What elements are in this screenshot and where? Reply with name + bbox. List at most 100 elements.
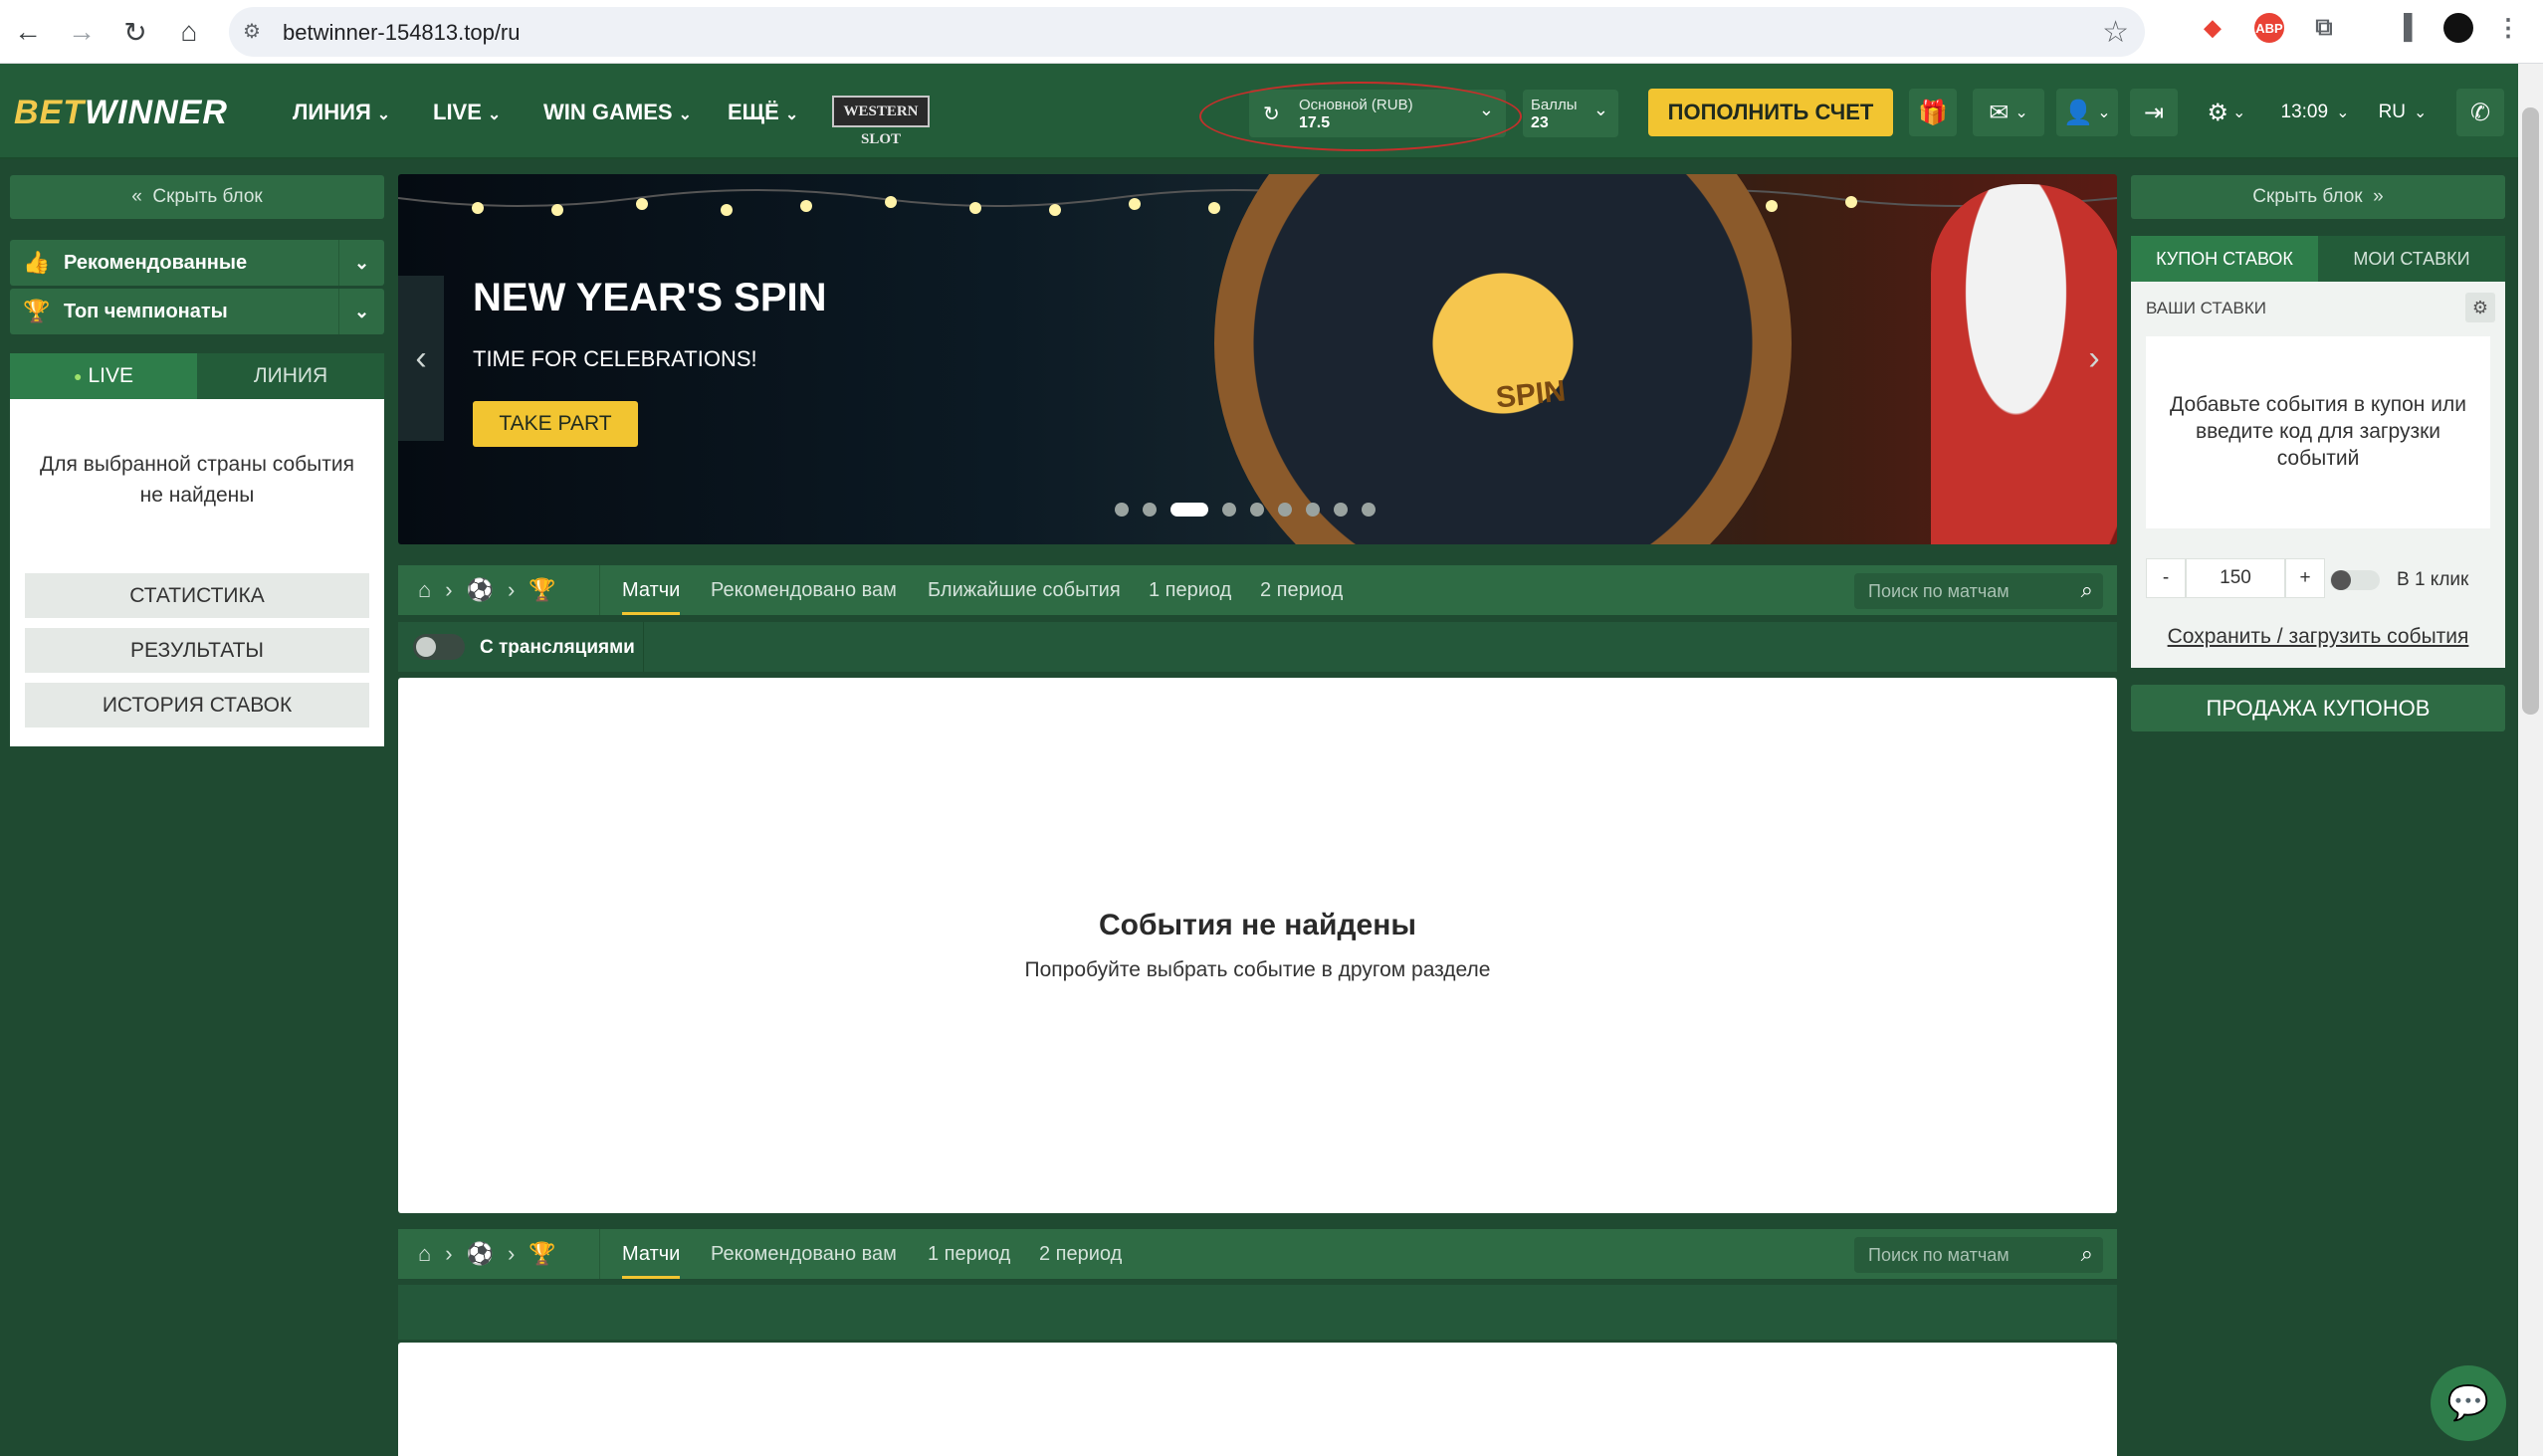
tab-coupon[interactable]: КУПОН СТАВОК — [2131, 236, 2318, 282]
sidebar-recommended[interactable]: 👍 Рекомендованные ⌄ — [10, 240, 384, 286]
take-part-button[interactable]: TAKE PART — [473, 401, 638, 447]
home-icon[interactable]: ⌂ — [418, 577, 431, 603]
logout-icon[interactable]: ⇥ — [2130, 89, 2178, 136]
adblock-icon[interactable]: ABP — [2254, 13, 2284, 43]
sell-coupons-button[interactable]: ПРОДАЖА КУПОНОВ — [2131, 685, 2505, 731]
points-selector[interactable]: Баллы 23 ⌄ — [1523, 90, 1618, 137]
banner-next-arrow[interactable]: › — [2071, 276, 2117, 441]
chevron-down-icon[interactable]: ⌄ — [338, 289, 384, 334]
results-button[interactable]: РЕЗУЛЬТАТЫ — [25, 628, 369, 673]
user-icon[interactable]: 👤 ⌄ — [2056, 89, 2118, 136]
tab-matches[interactable]: Матчи — [622, 565, 681, 615]
chevron-down-icon: ⌄ — [1592, 100, 1608, 119]
one-click-toggle[interactable] — [2330, 570, 2380, 590]
slide-dot[interactable] — [1115, 503, 1129, 517]
address-bar[interactable]: ⚙ betwinner-154813.top/ru ☆ — [229, 7, 2145, 57]
gift-icon[interactable]: 🎁 — [1909, 89, 1957, 136]
mail-icon[interactable]: ✉ ⌄ — [1973, 89, 2044, 136]
menu-dots-icon[interactable]: ⋮ — [2493, 13, 2523, 43]
tab-recommended[interactable]: Рекомендовано вам — [711, 1229, 897, 1279]
match-search-input[interactable]: Поиск по матчам ⌕ — [1854, 573, 2103, 609]
banner-pagination — [1115, 503, 1376, 517]
search-icon[interactable]: ⌕ — [2081, 1241, 2093, 1267]
slide-dot[interactable] — [1222, 503, 1236, 517]
tab-my-bets[interactable]: МОИ СТАВКИ — [2318, 236, 2505, 282]
slide-dot[interactable] — [1250, 503, 1264, 517]
tab-live-label: LIVE — [88, 364, 133, 387]
tab-line[interactable]: ЛИНИЯ — [197, 353, 384, 399]
language-selector[interactable]: RU ⌄ — [2373, 89, 2433, 136]
chevron-down-icon[interactable]: ⌄ — [338, 240, 384, 286]
home-icon[interactable]: ⌂ — [169, 12, 209, 52]
tab-period-2[interactable]: 2 период — [1039, 1229, 1122, 1279]
nav-line[interactable]: ЛИНИЯ ⌄ — [293, 100, 390, 125]
streams-toggle[interactable] — [413, 634, 465, 660]
match-search-input-2[interactable]: Поиск по матчам ⌕ — [1854, 1237, 2103, 1273]
slide-dot[interactable] — [1334, 503, 1348, 517]
points-value: 23 — [1531, 114, 1549, 131]
soccer-ball-icon[interactable]: ⚽ — [467, 1241, 494, 1267]
tab-upcoming[interactable]: Ближайшие события — [928, 565, 1121, 615]
nav-live[interactable]: LIVE ⌄ — [433, 100, 501, 125]
extension-icon[interactable]: ◆ — [2198, 13, 2227, 43]
slide-dot-active[interactable] — [1170, 503, 1208, 517]
scrollbar-thumb[interactable] — [2522, 107, 2539, 715]
slide-dot[interactable] — [1362, 503, 1376, 517]
fortune-wheel-image — [1214, 174, 1792, 544]
tab-period-2[interactable]: 2 период — [1260, 565, 1343, 615]
stake-decrease-button[interactable]: - — [2146, 558, 2186, 598]
trophy-icon[interactable]: 🏆 — [529, 577, 555, 603]
tab-period-1[interactable]: 1 период — [1149, 565, 1231, 615]
tab-matches[interactable]: Матчи — [622, 1229, 681, 1279]
deposit-button[interactable]: ПОПОЛНИТЬ СЧЕТ — [1648, 89, 1893, 136]
balance-label: Основной (RUB) — [1299, 97, 1413, 113]
page-scrollbar[interactable] — [2518, 64, 2543, 1456]
right-hide-block-label: Скрыть блок — [2252, 186, 2363, 207]
nav-more[interactable]: ЕЩЁ ⌄ — [728, 100, 798, 125]
stake-increase-button[interactable]: + — [2285, 558, 2325, 598]
bookmark-star-icon[interactable]: ☆ — [2102, 15, 2129, 50]
slide-dot[interactable] — [1278, 503, 1292, 517]
right-hide-block-button[interactable]: Скрыть блок » — [2131, 175, 2505, 219]
left-hide-block-button[interactable]: « Скрыть блок — [10, 175, 384, 219]
tab-recommended[interactable]: Рекомендовано вам — [711, 565, 897, 615]
forward-icon[interactable]: → — [62, 12, 102, 52]
home-icon[interactable]: ⌂ — [418, 1241, 431, 1267]
live-line-tabs: ● LIVE ЛИНИЯ — [10, 353, 384, 399]
soccer-ball-icon[interactable]: ⚽ — [467, 577, 494, 603]
chat-bubble-icon[interactable]: 💬 — [2431, 1365, 2506, 1441]
back-icon[interactable]: ← — [8, 12, 48, 52]
reload-icon[interactable]: ↻ — [115, 12, 155, 52]
slide-dot[interactable] — [1143, 503, 1157, 517]
your-bets-label: ВАШИ СТАВКИ — [2146, 299, 2266, 317]
search-icon[interactable]: ⌕ — [2081, 577, 2093, 603]
slide-dot[interactable] — [1306, 503, 1320, 517]
stake-input[interactable]: 150 — [2186, 558, 2285, 598]
betwinner-logo[interactable]: BETWINNER — [14, 94, 228, 132]
bet-history-button[interactable]: ИСТОРИЯ СТАВОК — [25, 683, 369, 728]
tab-live[interactable]: ● LIVE — [10, 353, 197, 399]
nav-win-games[interactable]: WIN GAMES ⌄ — [543, 100, 692, 125]
gear-icon[interactable]: ⚙ — [2465, 293, 2495, 322]
sidebar-top-championships[interactable]: 🏆 Топ чемпионаты ⌄ — [10, 289, 384, 334]
language-label: RU — [2378, 102, 2407, 122]
tab-period-1[interactable]: 1 период — [928, 1229, 1010, 1279]
side-panel-icon[interactable]: ▐ — [2389, 13, 2419, 43]
western-slot-logo[interactable]: WESTERN SLOT — [832, 96, 930, 147]
time-selector[interactable]: 13:09 ⌄ — [2273, 89, 2357, 136]
trophy-icon[interactable]: 🏆 — [529, 1241, 555, 1267]
site-info-icon[interactable]: ⚙ — [243, 19, 269, 45]
events-panel-2 — [398, 1343, 2117, 1456]
banner-prev-arrow[interactable]: ‹ — [398, 276, 444, 441]
phone-icon[interactable]: ✆ — [2456, 89, 2504, 136]
statistics-button[interactable]: СТАТИСТИКА — [25, 573, 369, 618]
url-text[interactable]: betwinner-154813.top/ru — [283, 20, 521, 46]
balance-value: 17.5 — [1299, 114, 1331, 131]
settings-gear-icon[interactable]: ⚙ ⌄ — [2196, 89, 2257, 136]
extensions-puzzle-icon[interactable]: ⧉ — [2309, 13, 2339, 43]
balance-selector[interactable]: ↻ Основной (RUB) 17.5 ⌄ — [1199, 82, 1522, 151]
promo-banner[interactable]: ‹ NEW YEAR'S SPIN TIME FOR CELEBRATIONS!… — [398, 174, 2117, 544]
profile-avatar[interactable] — [2443, 13, 2473, 43]
refresh-icon[interactable]: ↻ — [1263, 102, 1280, 126]
save-load-events-link[interactable]: Сохранить / загрузить события — [2131, 625, 2505, 649]
